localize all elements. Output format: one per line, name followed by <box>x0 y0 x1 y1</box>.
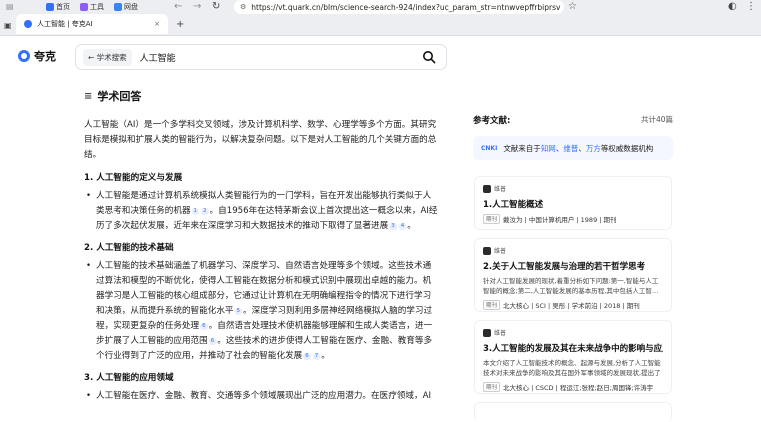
references-title: 参考文献: <box>473 116 511 126</box>
reference-card[interactable]: 维普 1.人工智能概述 期刊 戴汝为 | 中国计算机用户 | 1989 | 期刊 <box>474 176 672 230</box>
citation-ref[interactable]: 6 <box>200 323 208 330</box>
references-count: 共计40篇 <box>640 115 673 124</box>
meta-text: 北大核心 | CSCD | 程运江;张程;赵日;周国锋;许涛宇 <box>503 384 654 392</box>
cnki-logo: CNKI <box>481 144 498 152</box>
sidebar-toggle-icon[interactable]: ▤ <box>6 2 14 12</box>
reload-icon[interactable]: ↻ <box>212 2 220 12</box>
search-input[interactable]: 人工智能 <box>140 51 176 64</box>
type-badge: 期刊 <box>483 214 501 224</box>
section-bullet: 人工智能在医疗、金融、教育、交通等多个领域展现出广泛的应用潜力。在医疗领域，AI <box>84 389 438 404</box>
answer-intro: 人工智能（AI）是一个多学科交叉领域，涉及计算机科学、数学、心理学等多个方面。其… <box>84 120 437 160</box>
address-bar[interactable]: ⚙ https://vt.quark.cn/blm/science-search… <box>234 0 564 14</box>
bullet-text: 。 <box>321 351 330 361</box>
bookmark-tools[interactable]: 工具 <box>80 2 104 12</box>
bookmark-label: 工具 <box>90 3 104 11</box>
bookmark-label: 首页 <box>56 3 70 11</box>
reference-meta: 期刊 北大核心 | SCI | 吴彤 | 学术前沿 | 2018 | 期刊 <box>483 300 663 310</box>
database-badge: 维普 <box>483 246 663 255</box>
source-link[interactable]: 知网 <box>541 144 556 153</box>
citation-ref[interactable]: 7 <box>312 353 321 360</box>
reference-title[interactable]: 1.人工智能概述 <box>483 198 663 210</box>
references-panel: 参考文献: 共计40篇 CNKI 文献来自于知网、维普、万方等权威数据机构 <box>473 114 673 160</box>
meta-text: 北大核心 | SCI | 吴彤 | 学术前沿 | 2018 | 期刊 <box>503 302 640 310</box>
bookmark-cloud[interactable]: 网盘 <box>114 2 138 12</box>
source-link[interactable]: 维普 <box>563 144 578 153</box>
section-title: 1. 人工智能的定义与发展 <box>84 173 183 183</box>
reference-abstract: 本文介绍了人工智能技术的概念、起源与发展,分析了人工智能技术对未来战争的影响及其… <box>483 359 661 377</box>
logo-text: 夸克 <box>34 50 56 63</box>
close-icon[interactable]: × <box>154 20 160 28</box>
sources-separator: 、 <box>578 143 586 153</box>
section-title: 2. 人工智能的技术基础 <box>84 243 174 253</box>
bookmark-home[interactable]: 首页 <box>46 2 70 12</box>
search-box[interactable]: ← 学术搜索 人工智能 <box>75 44 447 70</box>
citation-ref[interactable]: 6 <box>303 353 311 360</box>
meta-text: 戴汝为 | 中国计算机用户 | 1989 | 期刊 <box>503 216 617 224</box>
address-text: https://vt.quark.cn/blm/science-search-9… <box>251 2 561 12</box>
reference-meta: 期刊 戴汝为 | 中国计算机用户 | 1989 | 期刊 <box>483 214 663 224</box>
citation-ref[interactable]: 2 <box>201 208 209 215</box>
section-bullet: 人工智能的技术基础涵盖了机器学习、深度学习、自然语言处理等多个领域。这些技术通过… <box>84 259 438 364</box>
database-name: 维普 <box>494 330 507 337</box>
tab-list-icon[interactable]: ▣ <box>4 21 12 31</box>
reference-title[interactable]: 3.人工智能的发展及其在未来战争中的影响与应用思考 <box>483 342 663 354</box>
sources-text: 文献来自于知网、维普、万方等权威数据机构 <box>503 143 653 154</box>
profile-icon[interactable]: ◐ <box>728 2 737 12</box>
type-badge: 期刊 <box>483 382 501 392</box>
browser-chrome: ▤ 首页 工具 网盘 ← → ↻ ⚙ https://vt.quark.cn/b… <box>0 0 761 36</box>
citation-ref[interactable]: 4 <box>398 223 407 230</box>
database-icon <box>483 328 491 337</box>
tab-active[interactable]: 人工智能 | 夸克AI × <box>16 14 168 34</box>
citation-ref[interactable]: 5 <box>234 308 243 315</box>
search-mode-label: 学术搜索 <box>96 52 127 62</box>
database-badge: 维普 <box>483 184 663 193</box>
reference-card[interactable]: 维普 3.人工智能的发展及其在未来战争中的影响与应用思考 本文介绍了人工智能技术… <box>474 320 672 394</box>
reference-meta: 期刊 北大核心 | CSCD | 程运江;张程;赵日;周国锋;许涛宇 <box>483 382 663 392</box>
new-tab-icon[interactable]: + <box>176 20 184 30</box>
list-icon: ≡ <box>84 90 93 102</box>
source-link[interactable]: 万方 <box>586 144 601 153</box>
database-badge: 维普 <box>483 328 663 337</box>
tools-icon <box>80 3 88 11</box>
type-badge: 期刊 <box>483 300 501 310</box>
bookmark-label: 网盘 <box>124 3 138 11</box>
star-icon[interactable]: ☆ <box>568 2 577 12</box>
back-icon[interactable]: ← <box>174 2 182 12</box>
section-title: 3. 人工智能的应用领域 <box>84 373 174 383</box>
quark-favicon-icon <box>24 20 32 28</box>
sources-prefix: 文献来自于 <box>503 143 541 153</box>
database-icon <box>483 184 491 193</box>
home-icon <box>46 3 54 11</box>
page: 夸克 ← 学术搜索 人工智能 ≡ 学术回答 人工智能（AI）是一个多学科交叉领域… <box>0 36 761 422</box>
reference-abstract: 针对人工智能发展的现状,着重分析如下问题:第一,智能与人工智能的概念;第二,人工… <box>483 277 659 295</box>
answer-heading: ≡ 学术回答 <box>84 88 438 104</box>
citation-ref[interactable]: 1 <box>191 208 200 215</box>
citation-ref[interactable]: 6 <box>208 338 217 345</box>
sources-banner: CNKI 文献来自于知网、维普、万方等权威数据机构 <box>473 136 673 160</box>
bookmarks-bar: ▤ 首页 工具 网盘 ← → ↻ ⚙ https://vt.quark.cn/b… <box>0 0 761 14</box>
search-mode-tag[interactable]: ← 学术搜索 <box>83 48 132 66</box>
database-name: 维普 <box>494 248 507 255</box>
academic-answer: ≡ 学术回答 人工智能（AI）是一个多学科交叉领域，涉及计算机科学、数学、心理学… <box>84 88 438 411</box>
tab-title: 人工智能 | 夸克AI <box>37 20 93 28</box>
answer-heading-text: 学术回答 <box>97 90 142 103</box>
citation-ref[interactable]: 3 <box>389 223 397 230</box>
section-bullet: 人工智能是通过计算机系统模拟人类智能行为的一门学科，旨在开发出能够执行类似于人类… <box>84 189 438 234</box>
database-icon <box>483 246 491 255</box>
reference-card[interactable]: 维普 2.关于人工智能发展与治理的若干哲学思考 针对人工智能发展的现状,着重分析… <box>474 238 672 312</box>
bullet-text: 人工智能在医疗、金融、教育、交通等多个领域展现出广泛的应用潜力。在医疗领域，AI <box>96 391 431 401</box>
references-header: 参考文献: 共计40篇 <box>473 114 673 126</box>
quark-logo-icon <box>18 50 30 62</box>
logo[interactable]: 夸克 <box>18 48 56 64</box>
database-name: 维普 <box>494 186 507 193</box>
bullet-text: 。 <box>407 221 416 231</box>
cloud-icon <box>114 3 122 11</box>
menu-icon[interactable]: ⋮ <box>746 2 756 12</box>
search-icon[interactable] <box>422 50 436 64</box>
reference-title[interactable]: 2.关于人工智能发展与治理的若干哲学思考 <box>483 260 663 272</box>
sources-suffix: 等权威数据机构 <box>600 143 654 153</box>
site-settings-icon[interactable]: ⚙ <box>240 3 246 11</box>
reference-card-partial[interactable] <box>474 402 672 422</box>
forward-icon[interactable]: → <box>193 2 201 12</box>
